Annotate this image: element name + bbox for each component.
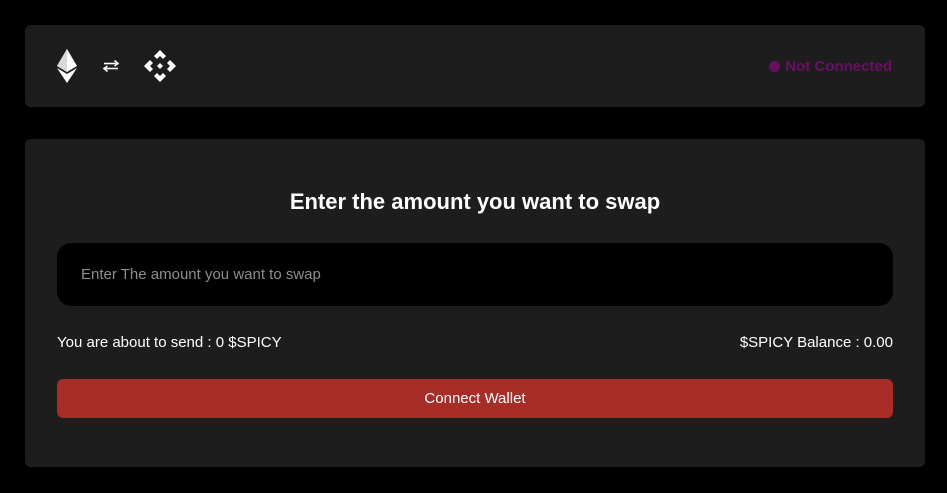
status-dot — [769, 60, 781, 72]
connection-status: Not Connected — [769, 25, 892, 107]
balance-label: $SPICY Balance : 0.00 — [739, 334, 893, 351]
amount-input[interactable] — [57, 243, 893, 306]
connect-wallet-button[interactable]: Connect Wallet — [57, 379, 893, 418]
header-bar: Not Connected — [25, 25, 925, 107]
swap-info-row: You are about to send : 0 $SPICY $SPICY … — [57, 334, 893, 351]
chain-selector — [55, 25, 178, 107]
binance-icon — [142, 48, 178, 84]
panel-title: Enter the amount you want to swap — [289, 189, 661, 214]
swap-arrows-icon[interactable] — [101, 58, 121, 74]
ethereum-icon — [55, 47, 79, 85]
send-summary: You are about to send : 0 $SPICY — [57, 334, 282, 351]
swap-panel: Enter the amount you want to swap You ar… — [25, 139, 925, 467]
status-label: Not Connected — [785, 57, 892, 75]
